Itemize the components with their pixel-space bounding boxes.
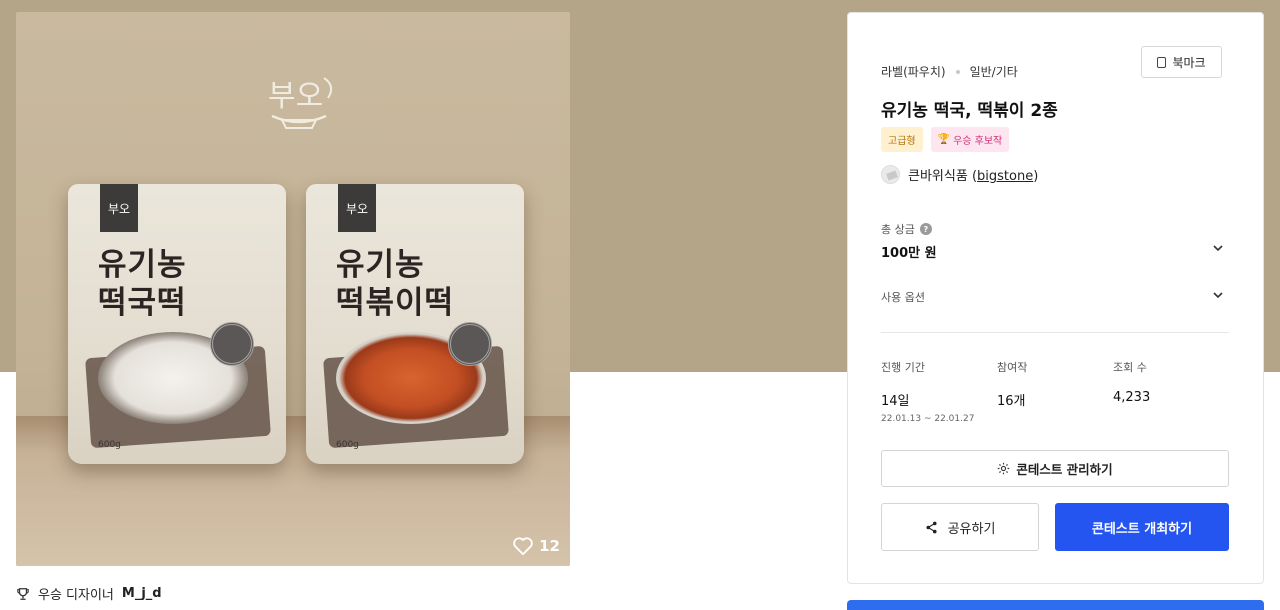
trophy-icon: 🏆 (937, 134, 951, 145)
divider (881, 332, 1229, 333)
prize-value: 100만 원 (881, 246, 937, 261)
stat-period: 진행 기간 14일 22.01.13 ~ 22.01.27 (881, 361, 975, 424)
manage-contest-button[interactable]: 콘테스트 관리하기 (881, 450, 1229, 487)
host-id-link[interactable]: bigstone (977, 169, 1033, 184)
bookmark-label: 북마크 (1172, 55, 1206, 70)
host-contest-button[interactable]: 콘테스트 개최하기 (1055, 503, 1229, 551)
trophy-icon (17, 587, 29, 600)
winner-label: 우승 디자이너 (38, 588, 114, 603)
category-label[interactable]: 라벨(파우치) (881, 63, 946, 80)
winner-name[interactable]: M_j_d (122, 586, 162, 601)
package-tab: 부오 (100, 184, 138, 232)
chevron-down-icon[interactable] (1212, 289, 1224, 301)
share-button[interactable]: 공유하기 (881, 503, 1039, 551)
package-title: 유기농 떡국떡 (98, 247, 187, 321)
bookmark-button[interactable]: 북마크 (1141, 46, 1222, 78)
winner-candidate-badge: 🏆 우승 후보작 (930, 127, 1010, 152)
svg-text:부오: 부오 (268, 79, 323, 114)
like-count: 12 (539, 537, 560, 555)
share-icon (926, 521, 937, 533)
brand-logo: 부오 (268, 77, 333, 129)
badge-list: 고급형 🏆 우승 후보작 (881, 127, 1010, 152)
heart-icon (513, 537, 533, 556)
package-tteokbokki: 부오 유기농 떡볶이떡 600g (306, 184, 524, 464)
host-name: 큰바위식품 (bigstone) (908, 169, 1039, 184)
winner-designer: 우승 디자이너 M_j_d (16, 584, 162, 603)
package-tab: 부오 (338, 184, 376, 232)
avatar (881, 165, 900, 184)
stat-views: 조회 수 4,233 (1113, 361, 1151, 405)
like-button[interactable]: 12 (512, 536, 560, 556)
package-seal (210, 322, 254, 366)
help-icon[interactable]: ? (919, 223, 932, 235)
contest-title: 유기농 떡국, 떡볶이 2종 (881, 101, 1058, 121)
bottom-cta-bar[interactable] (847, 600, 1264, 610)
contest-info-card: 라벨(파우치) 일반/기타 북마크 유기농 떡국, 떡볶이 2종 고급형 🏆 우… (847, 12, 1264, 584)
stat-entries: 참여작 16개 (997, 361, 1028, 409)
package-weight: 600g (98, 440, 121, 450)
tier-badge: 고급형 (881, 127, 923, 152)
gear-icon (998, 462, 1010, 475)
category-breadcrumb: 라벨(파우치) 일반/기타 (881, 63, 1018, 80)
usage-option-label[interactable]: 사용 옵션 (881, 289, 925, 305)
bookmark-icon (1157, 56, 1167, 68)
product-image[interactable]: 부오 부오 유기농 떡국떡 600g 부오 유기농 떡볶이떡 600g 12 (16, 12, 570, 566)
host-info[interactable]: 큰바위식품 (bigstone) (881, 165, 1038, 184)
period-range: 22.01.13 ~ 22.01.27 (881, 414, 975, 424)
separator-dot (955, 69, 960, 74)
subcategory-label[interactable]: 일반/기타 (970, 63, 1018, 80)
package-title: 유기농 떡볶이떡 (336, 247, 455, 321)
chevron-down-icon[interactable] (1212, 242, 1224, 254)
prize-label: 총 상금 ? (881, 221, 932, 237)
package-tteokguk: 부오 유기농 떡국떡 600g (68, 184, 286, 464)
package-weight: 600g (336, 440, 359, 450)
package-seal (448, 322, 492, 366)
